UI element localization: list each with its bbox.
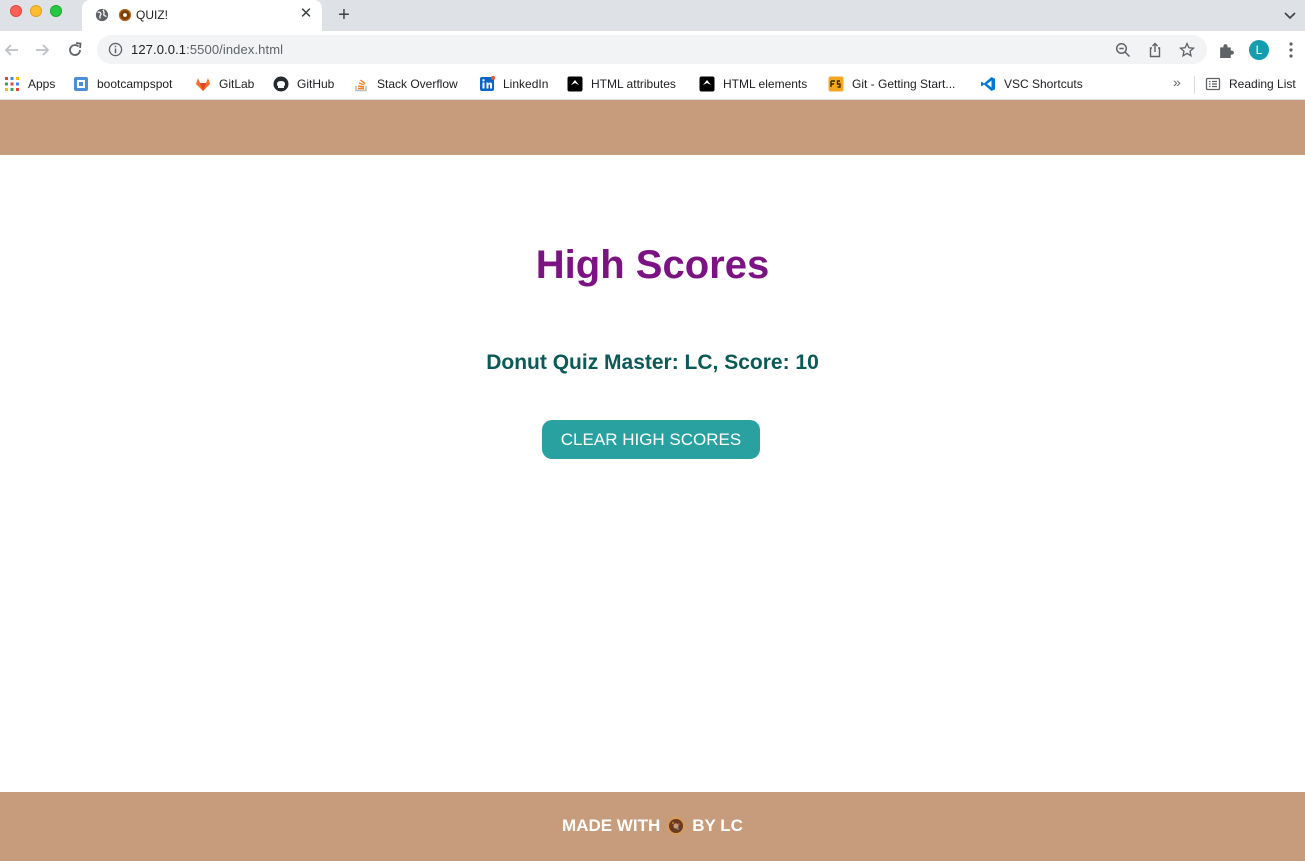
high-score-entry: Donut Quiz Master: LC, Score: 10 <box>486 351 819 374</box>
url-host: 127.0.0.1 <box>131 42 187 57</box>
minimize-window-button[interactable] <box>30 5 42 17</box>
bookmark-git-getting-started[interactable]: Git - Getting Start... <box>828 74 955 94</box>
bookmark-apps[interactable]: Apps <box>4 74 55 94</box>
url-path: :5500/index.html <box>186 42 284 57</box>
tab-title: QUIZ! <box>136 8 168 22</box>
bookmark-label: Stack Overflow <box>377 77 458 91</box>
github-icon <box>273 76 289 92</box>
html-attributes-icon <box>567 76 583 92</box>
chevron-down-icon[interactable] <box>1283 8 1297 22</box>
donut-icon <box>118 8 132 22</box>
apps-grid-icon <box>5 77 19 91</box>
profile-avatar[interactable]: L <box>1249 40 1269 60</box>
close-window-button[interactable] <box>10 5 22 17</box>
clear-high-scores-button[interactable]: CLEAR HIGH SCORES <box>542 420 760 459</box>
html-elements-icon <box>699 76 715 92</box>
bootcampspot-icon <box>74 77 88 91</box>
browser-toolbar: 127.0.0.1:5500/index.html L <box>0 31 1305 69</box>
bookmark-label: bootcampspot <box>97 77 173 91</box>
more-bookmarks-button[interactable]: » <box>1173 74 1181 90</box>
address-bar[interactable]: 127.0.0.1:5500/index.html <box>97 35 1207 64</box>
star-icon[interactable] <box>1179 42 1195 58</box>
bookmark-vsc-shortcuts[interactable]: VSC Shortcuts <box>980 74 1083 94</box>
linkedin-icon <box>480 76 495 91</box>
bookmark-label: GitHub <box>297 77 335 91</box>
bookmark-label: HTML elements <box>723 77 808 91</box>
bookmark-label: HTML attributes <box>591 77 676 91</box>
bookmark-stack-overflow[interactable]: Stack Overflow <box>353 74 458 94</box>
donut-icon <box>667 817 686 835</box>
page-title: High Scores <box>535 243 770 287</box>
bookmark-github[interactable]: GitHub <box>273 74 334 94</box>
footer-text-after: BY LC <box>692 816 743 835</box>
bookmarks-bar: Apps bootcampspot GitLab GitHub Stack Ov… <box>0 69 1305 100</box>
back-arrow-icon[interactable] <box>2 40 22 60</box>
bookmark-linkedin[interactable]: LinkedIn <box>479 74 548 94</box>
info-icon[interactable] <box>108 42 123 57</box>
bookmark-label: LinkedIn <box>503 77 549 91</box>
share-icon[interactable] <box>1147 42 1163 58</box>
bookmark-label: VSC Shortcuts <box>1004 77 1083 91</box>
globe-icon <box>95 8 109 22</box>
bookmark-bootcampspot[interactable]: bootcampspot <box>73 74 172 94</box>
bookmark-label: GitLab <box>219 77 255 91</box>
bookmark-gitlab[interactable]: GitLab <box>195 74 254 94</box>
reload-icon[interactable] <box>65 40 85 60</box>
bookmark-label: Git - Getting Start... <box>852 77 956 91</box>
git-fs-icon <box>828 76 844 92</box>
bookmark-html-attributes[interactable]: HTML attributes <box>567 74 676 94</box>
gitlab-icon <box>196 78 210 91</box>
footer-credit: MADE WITH BY LC <box>0 816 1305 836</box>
close-tab-icon[interactable]: ✕ <box>299 6 313 21</box>
url-text: 127.0.0.1:5500/index.html <box>131 42 283 57</box>
maximize-window-button[interactable] <box>50 5 62 17</box>
forward-arrow-icon[interactable] <box>32 40 52 60</box>
page-header-bar <box>0 100 1305 155</box>
new-tab-button[interactable]: + <box>335 5 353 25</box>
reading-list-icon <box>1205 77 1221 91</box>
bookmarks-divider <box>1194 76 1195 94</box>
bookmark-label: Apps <box>28 77 56 91</box>
bookmark-html-elements[interactable]: HTML elements <box>699 74 807 94</box>
tab-strip: QUIZ! ✕ + <box>0 0 1305 31</box>
stackoverflow-icon <box>355 79 367 92</box>
browser-tab-active[interactable]: QUIZ! ✕ <box>82 0 322 31</box>
zoom-icon[interactable] <box>1115 42 1131 58</box>
vscode-icon <box>981 77 995 91</box>
extensions-puzzle-icon[interactable] <box>1218 42 1235 59</box>
page-footer: MADE WITH BY LC <box>0 792 1305 861</box>
reading-list-button[interactable]: Reading List <box>1205 74 1296 94</box>
footer-text-before: MADE WITH <box>562 816 661 835</box>
reading-list-label: Reading List <box>1229 77 1296 91</box>
browser-menu-icon[interactable] <box>1284 41 1298 59</box>
